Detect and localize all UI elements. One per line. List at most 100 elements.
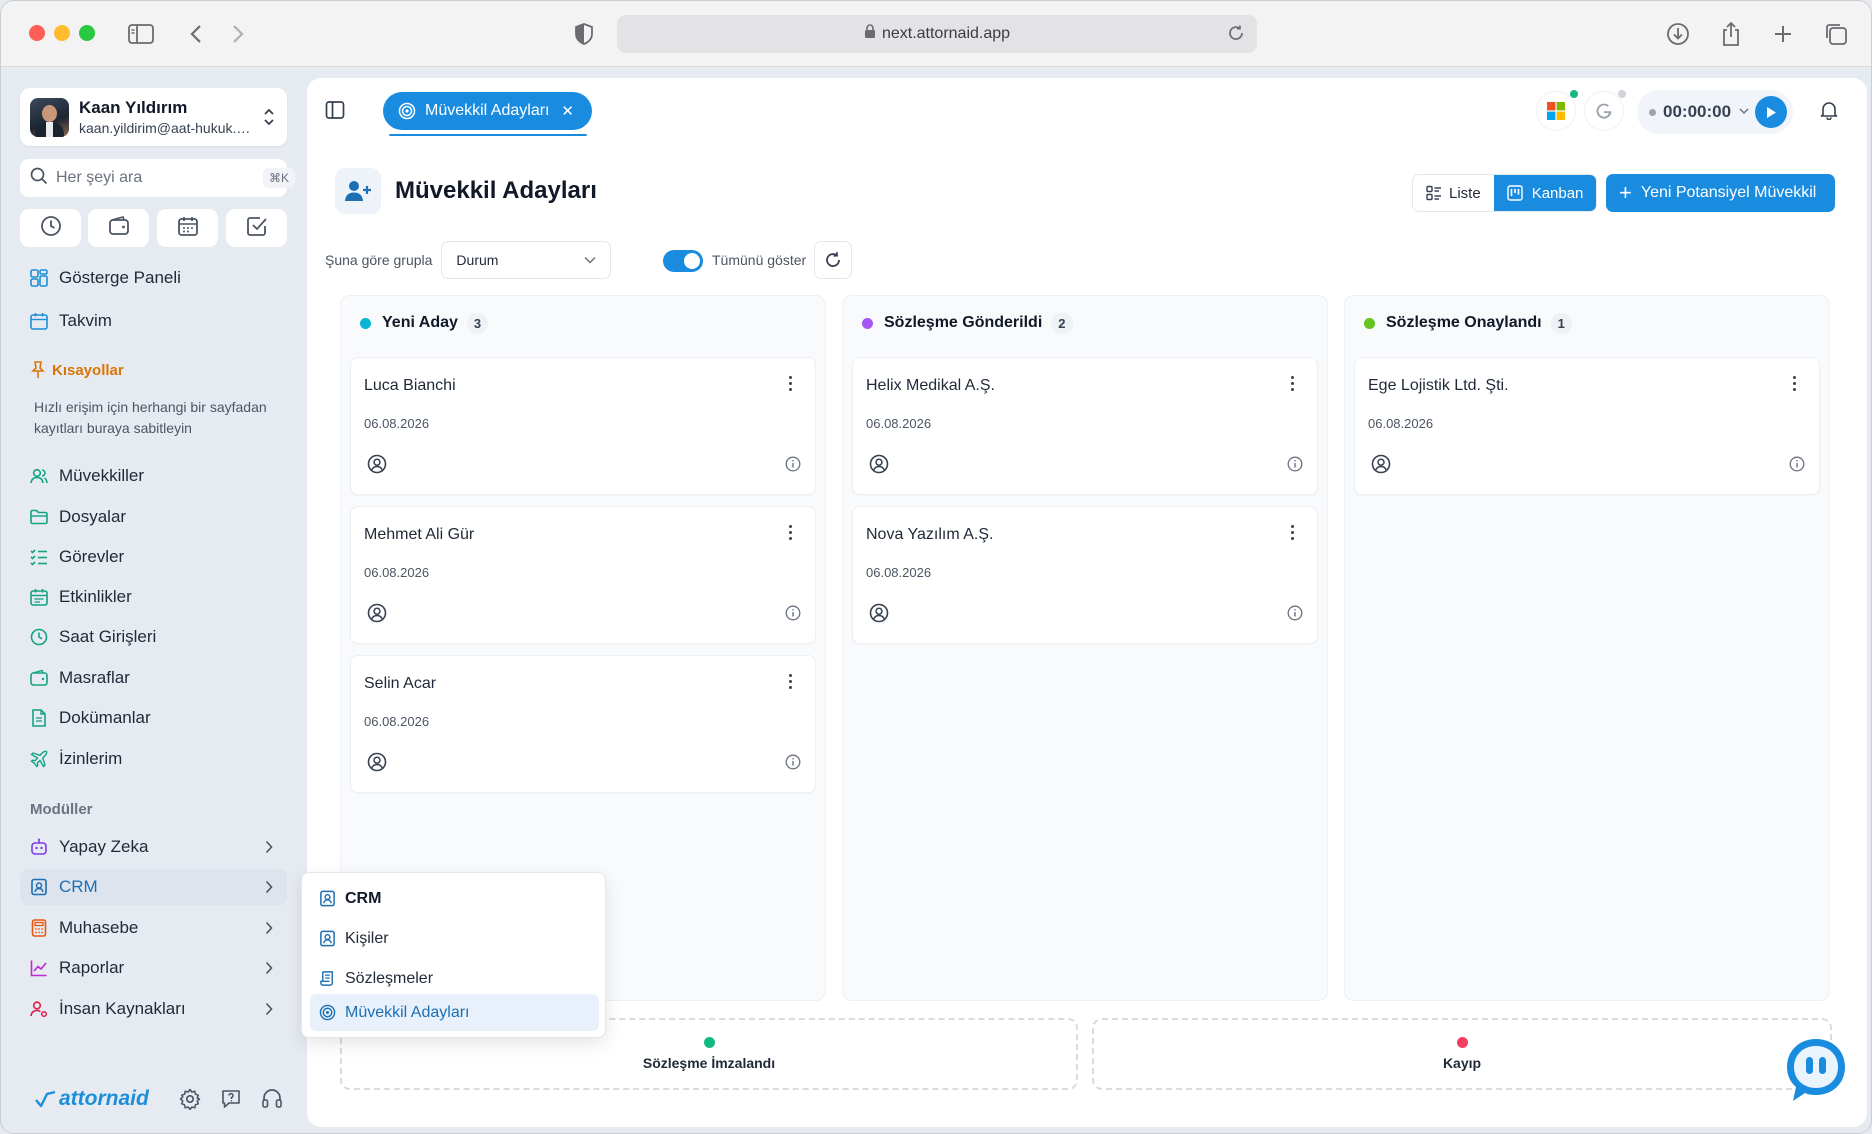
- download-icon[interactable]: [1663, 19, 1693, 49]
- calendar-quick-button[interactable]: [157, 209, 218, 247]
- recent-quick-button[interactable]: [20, 209, 81, 247]
- help-chat-icon[interactable]: [218, 1086, 244, 1112]
- sidebar-item-time-entries[interactable]: Saat Girişleri: [20, 619, 287, 655]
- user-circle-icon[interactable]: [869, 454, 889, 479]
- sidebar-item-label: Dosyalar: [59, 507, 127, 526]
- tab-leads[interactable]: Müvekkil Adayları ✕: [383, 92, 592, 130]
- chevron-down-icon[interactable]: [1739, 106, 1749, 118]
- info-icon[interactable]: [785, 754, 801, 775]
- sidebar-item-ai[interactable]: Yapay Zeka: [20, 829, 287, 865]
- more-vertical-icon[interactable]: [787, 674, 793, 689]
- flyout-item-crm[interactable]: CRM: [310, 880, 599, 917]
- more-vertical-icon[interactable]: [787, 376, 793, 391]
- sidebar-item-hr[interactable]: İnsan Kaynakları: [20, 991, 287, 1027]
- sidebar-item-crm[interactable]: CRM: [20, 869, 287, 905]
- sidebar-item-events[interactable]: Etkinlikler: [20, 579, 287, 615]
- column-header: Sözleşme Gönderildi 2: [843, 296, 1327, 350]
- sidebar-item-label: Yapay Zeka: [59, 837, 149, 856]
- lead-card[interactable]: Mehmet Ali Gür 06.08.2026: [350, 506, 816, 644]
- flyout-item-contracts[interactable]: Sözleşmeler: [310, 960, 599, 997]
- tab-overview-icon[interactable]: [1821, 19, 1851, 49]
- microsoft-integration-button[interactable]: [1536, 91, 1576, 131]
- info-icon[interactable]: [1287, 605, 1303, 626]
- lead-card[interactable]: Luca Bianchi 06.08.2026: [350, 357, 816, 495]
- user-circle-icon[interactable]: [367, 603, 387, 628]
- forward-icon[interactable]: [223, 19, 253, 49]
- flyout-item-leads[interactable]: Müvekkil Adayları: [310, 994, 599, 1031]
- back-icon[interactable]: [181, 19, 211, 49]
- column-header: Yeni Aday 3: [341, 296, 825, 350]
- info-icon[interactable]: [1287, 456, 1303, 477]
- wallet-icon: [108, 215, 130, 242]
- sidebar-item-reports[interactable]: Raporlar: [20, 950, 287, 986]
- sidebar-item-expenses[interactable]: Masraflar: [20, 660, 287, 696]
- support-chatbot-button[interactable]: [1785, 1037, 1847, 1103]
- view-list-button[interactable]: Liste: [1413, 175, 1494, 211]
- user-name: Kaan Yıldırım: [79, 98, 188, 117]
- bell-icon[interactable]: [1819, 100, 1839, 125]
- address-bar[interactable]: next.attornaid.app: [617, 15, 1257, 53]
- sidebar-item-clients[interactable]: Müvekkiller: [20, 458, 287, 494]
- google-integration-button[interactable]: [1584, 91, 1624, 131]
- new-lead-button[interactable]: + Yeni Potansiyel Müvekkil: [1606, 174, 1835, 212]
- kanban-icon: [1506, 185, 1523, 201]
- show-all-toggle[interactable]: [663, 250, 703, 272]
- search-input[interactable]: [56, 169, 263, 187]
- sidebar-item-leaves[interactable]: İzinlerim: [20, 741, 287, 777]
- reload-icon[interactable]: [1227, 24, 1245, 47]
- zoom-window-button[interactable]: [79, 25, 95, 41]
- panel-toggle-icon[interactable]: [325, 100, 345, 125]
- play-button[interactable]: [1755, 96, 1787, 128]
- new-tab-icon[interactable]: [1768, 19, 1798, 49]
- user-switcher[interactable]: Kaan Yıldırım kaan.yildirim@aat-hukuk.co…: [20, 88, 287, 146]
- sidebar-item-dashboard[interactable]: Gösterge Paneli: [20, 260, 287, 296]
- sidebar-item-documents[interactable]: Dokümanlar: [20, 700, 287, 736]
- info-icon[interactable]: [785, 605, 801, 626]
- sidebar-item-files[interactable]: Dosyalar: [20, 499, 287, 535]
- info-icon[interactable]: [1789, 456, 1805, 477]
- privacy-shield-icon[interactable]: [569, 19, 599, 49]
- global-search[interactable]: ⌘K: [20, 159, 296, 197]
- time-tracker[interactable]: 00:00:00: [1637, 90, 1793, 134]
- gear-icon[interactable]: [177, 1086, 203, 1112]
- more-vertical-icon[interactable]: [1791, 376, 1797, 391]
- sidebar-item-accounting[interactable]: Muhasebe: [20, 910, 287, 946]
- page-title: Müvekkil Adayları: [395, 177, 597, 204]
- refresh-button[interactable]: [814, 241, 852, 279]
- plane-icon: [29, 749, 49, 769]
- info-icon[interactable]: [785, 456, 801, 477]
- refresh-icon: [824, 251, 842, 269]
- lead-card[interactable]: Nova Yazılım A.Ş. 06.08.2026: [852, 506, 1318, 644]
- sidebar-item-tasks[interactable]: Görevler: [20, 539, 287, 575]
- user-circle-icon[interactable]: [367, 454, 387, 479]
- share-icon[interactable]: [1716, 19, 1746, 49]
- modules-heading: Modüller: [30, 801, 93, 818]
- user-circle-icon[interactable]: [869, 603, 889, 628]
- user-circle-icon[interactable]: [1371, 454, 1391, 479]
- drop-zone-lost[interactable]: Kayıp: [1092, 1018, 1832, 1090]
- close-icon[interactable]: ✕: [561, 102, 574, 120]
- contact-card-icon: [319, 930, 336, 947]
- close-window-button[interactable]: [29, 25, 45, 41]
- brand-logo[interactable]: attornaid: [35, 1087, 149, 1111]
- column-title: Yeni Aday: [382, 314, 458, 331]
- tasks-quick-button[interactable]: [226, 209, 287, 247]
- more-vertical-icon[interactable]: [1289, 376, 1295, 391]
- more-vertical-icon[interactable]: [1289, 525, 1295, 540]
- view-kanban-button[interactable]: Kanban: [1493, 175, 1597, 211]
- calendar-event-icon: [29, 587, 49, 607]
- lead-card[interactable]: Helix Medikal A.Ş. 06.08.2026: [852, 357, 1318, 495]
- wallet-quick-button[interactable]: [88, 209, 149, 247]
- target-icon: [319, 1004, 336, 1021]
- minimize-window-button[interactable]: [54, 25, 70, 41]
- sidebar-toggle-icon[interactable]: [126, 19, 156, 49]
- user-circle-icon[interactable]: [367, 752, 387, 777]
- more-vertical-icon[interactable]: [787, 525, 793, 540]
- lead-card[interactable]: Ege Lojistik Ltd. Şti. 06.08.2026: [1354, 357, 1820, 495]
- flyout-item-contacts[interactable]: Kişiler: [310, 920, 599, 957]
- lead-card[interactable]: Selin Acar 06.08.2026: [350, 655, 816, 793]
- sidebar-item-calendar[interactable]: Takvim: [20, 303, 287, 339]
- search-icon: [30, 167, 48, 190]
- group-by-select[interactable]: Durum: [441, 241, 612, 279]
- headset-icon[interactable]: [259, 1086, 285, 1112]
